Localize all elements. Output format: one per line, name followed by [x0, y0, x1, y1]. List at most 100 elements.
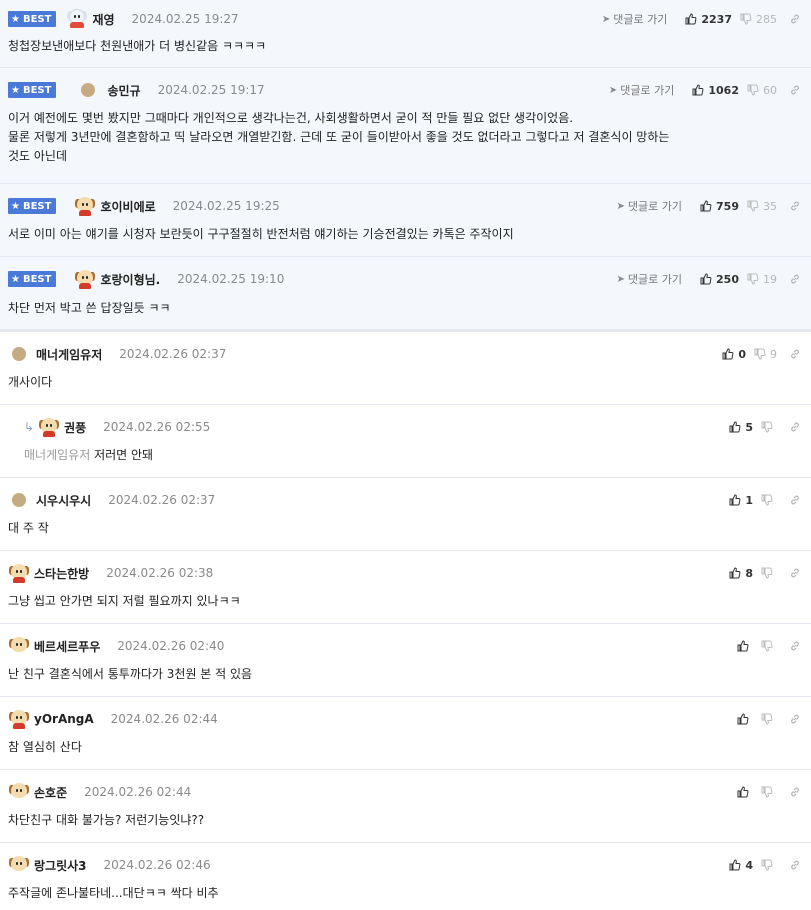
avatar[interactable]	[66, 7, 88, 29]
comment-author[interactable]: 송민규	[107, 82, 140, 99]
downvote-button[interactable]: 9	[754, 348, 777, 361]
downvote-button[interactable]: 60	[747, 84, 777, 97]
comment-author[interactable]: 호랑이형님.	[100, 271, 160, 288]
upvote-button[interactable]: 250	[700, 273, 739, 286]
avatar[interactable]	[8, 708, 30, 730]
downvote-button[interactable]: 19	[747, 273, 777, 286]
link-icon[interactable]	[789, 421, 801, 433]
downvote-button[interactable]	[761, 494, 777, 506]
link-icon[interactable]	[789, 640, 801, 652]
thumbs-up-icon	[737, 786, 749, 798]
downvote-button[interactable]: 35	[747, 200, 777, 213]
comment-author[interactable]: 권풍	[64, 419, 86, 436]
link-icon[interactable]	[789, 713, 801, 725]
avatar[interactable]	[81, 83, 96, 97]
avatar[interactable]	[38, 416, 60, 438]
downvote-button[interactable]	[761, 567, 777, 579]
send-icon: ➤	[608, 84, 618, 96]
comment-author[interactable]: 베르세르푸우	[34, 638, 100, 655]
link-icon[interactable]	[789, 273, 801, 285]
avatar[interactable]	[12, 493, 26, 507]
comment-date: 2024.02.26 02:44	[84, 785, 192, 799]
star-icon: ★	[11, 200, 20, 212]
upvote-button[interactable]: 4	[729, 859, 753, 872]
go-to-reply-link[interactable]: ➤ 댓글로 가기	[617, 271, 683, 287]
comment: 랑그릿사3 2024.02.26 02:46 4 주작글에 존나불타네...대단…	[0, 843, 811, 910]
thumbs-up-icon	[700, 200, 712, 212]
comment-author[interactable]: 재영	[92, 11, 114, 28]
avatar[interactable]	[12, 347, 26, 361]
link-icon[interactable]	[789, 859, 801, 871]
thumbs-down-icon	[747, 200, 759, 212]
downvote-button[interactable]	[761, 421, 777, 433]
link-icon[interactable]	[789, 786, 801, 798]
comment-date: 2024.02.26 02:46	[103, 858, 211, 872]
comment-header: 시우시우시 2024.02.26 02:37 1	[8, 491, 801, 509]
comment-text: 차단 먼저 박고 쓴 답장일듯 ㅋㅋ	[8, 301, 171, 315]
upvote-button[interactable]: 759	[700, 200, 739, 213]
go-to-reply-link[interactable]: ➤ 댓글로 가기	[609, 82, 675, 98]
thumbs-up-icon	[729, 567, 741, 579]
best-badge: ★ BEST	[8, 82, 57, 98]
thumbs-down-icon	[761, 786, 773, 798]
link-icon[interactable]	[789, 13, 801, 25]
comment-text: 주작글에 존나불타네...대단ㅋㅋ 싹다 비추	[8, 886, 219, 900]
upvote-button[interactable]: 5	[729, 421, 753, 434]
comment-header: ★ BEST 재영 2024.02.25 19:27 ➤ 댓글로 가기 2237 2…	[8, 7, 801, 29]
thumbs-up-icon	[685, 13, 697, 25]
thumbs-down-icon	[761, 713, 773, 725]
comment: 손호준 2024.02.26 02:44 차단친구 대화 불가능? 저런기능잇냐…	[0, 770, 811, 843]
link-icon[interactable]	[789, 200, 801, 212]
link-icon[interactable]	[789, 348, 801, 360]
comment-author[interactable]: 손호준	[34, 784, 67, 801]
avatar[interactable]	[8, 781, 30, 803]
upvote-button[interactable]	[737, 786, 753, 798]
go-to-reply-link[interactable]: ➤ 댓글로 가기	[617, 198, 683, 214]
upvote-button[interactable]: 2237	[685, 13, 732, 26]
avatar[interactable]	[74, 268, 96, 290]
avatar[interactable]	[8, 635, 30, 657]
reply-comment: ↳ 권풍 2024.02.26 02:55 5 매너게임유저 저러면 안돼	[0, 405, 811, 478]
downvote-button[interactable]	[761, 859, 777, 871]
best-comment: ★ BEST 호랑이형님. 2024.02.25 19:10 ➤ 댓글로 가기 25…	[0, 257, 811, 332]
upvote-button[interactable]: 1062	[692, 84, 739, 97]
comment-author[interactable]: 매너게임유저	[36, 346, 102, 363]
comment-text: 참 열심히 산다	[8, 740, 82, 754]
downvote-button[interactable]	[761, 640, 777, 652]
thumbs-down-icon	[761, 640, 773, 652]
thumbs-up-icon	[737, 640, 749, 652]
comment-author[interactable]: yOrAngA	[34, 712, 94, 726]
comment-author[interactable]: 시우시우시	[36, 492, 91, 509]
downvote-button[interactable]	[761, 786, 777, 798]
comment-author[interactable]: 스타는한방	[34, 565, 89, 582]
comment-text: 난 친구 결혼식에서 통투까다가 3천원 본 적 있음	[8, 667, 253, 681]
downvote-button[interactable]	[761, 713, 777, 725]
comment-text: 매너게임유저 저러면 안돼	[24, 448, 154, 462]
avatar[interactable]	[8, 854, 30, 876]
link-icon[interactable]	[789, 567, 801, 579]
best-comment: ★ BEST 재영 2024.02.25 19:27 ➤ 댓글로 가기 2237 2…	[0, 0, 811, 68]
avatar[interactable]	[8, 562, 30, 584]
upvote-button[interactable]: 0	[722, 348, 746, 361]
upvote-button[interactable]	[737, 713, 753, 725]
downvote-button[interactable]: 285	[740, 13, 777, 26]
comment-text: 개사이다	[8, 375, 53, 389]
comment-header: 랑그릿사3 2024.02.26 02:46 4	[8, 856, 801, 874]
mention[interactable]: 매너게임유저	[24, 448, 90, 462]
thumbs-up-icon	[729, 421, 741, 433]
upvote-button[interactable]: 1	[729, 494, 753, 507]
comment: yOrAngA 2024.02.26 02:44 참 열심히 산다	[0, 697, 811, 770]
thumbs-down-icon	[761, 859, 773, 871]
thumbs-down-icon	[747, 273, 759, 285]
avatar[interactable]	[74, 195, 96, 217]
comment-header: yOrAngA 2024.02.26 02:44	[8, 708, 801, 730]
link-icon[interactable]	[789, 494, 801, 506]
comment-author[interactable]: 랑그릿사3	[34, 857, 87, 874]
upvote-button[interactable]: 8	[729, 567, 753, 580]
comment-list: ★ BEST 재영 2024.02.25 19:27 ➤ 댓글로 가기 2237 2…	[0, 0, 811, 910]
upvote-button[interactable]	[737, 640, 753, 652]
go-to-reply-link[interactable]: ➤ 댓글로 가기	[602, 11, 668, 27]
link-icon[interactable]	[789, 84, 801, 96]
comment-author[interactable]: 호이비에로	[100, 198, 155, 215]
comment-date: 2024.02.26 02:44	[110, 712, 218, 726]
